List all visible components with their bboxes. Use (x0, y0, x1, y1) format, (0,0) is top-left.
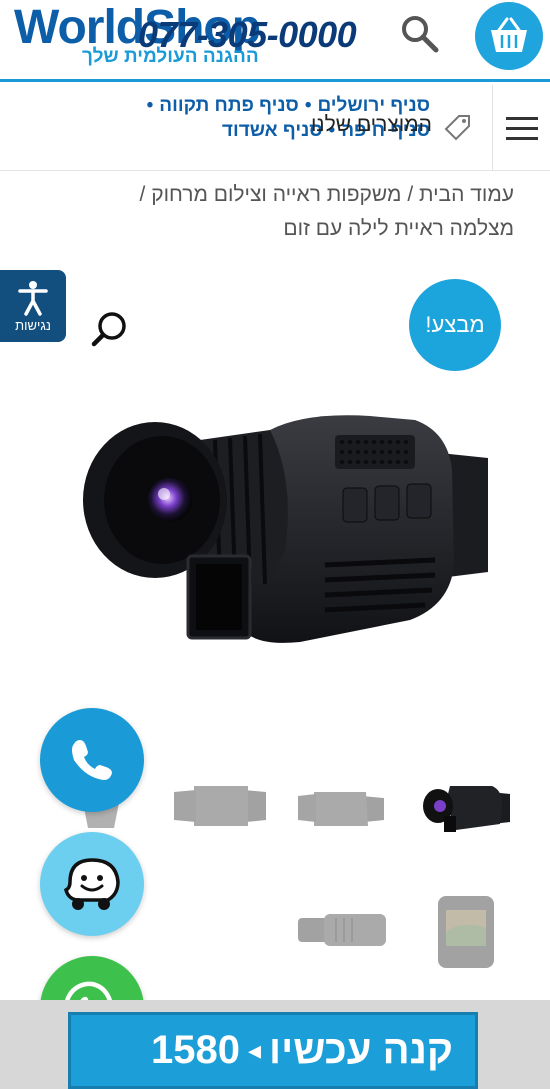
search-icon[interactable] (398, 12, 442, 56)
buy-arrow: ◂ (247, 1035, 262, 1065)
buy-bar: קנה עכשיו ◂ 1580 (0, 1000, 550, 1089)
sale-badge: מבצע! (409, 279, 501, 371)
magnifier-icon[interactable] (90, 310, 130, 350)
product-thumbnail[interactable] (432, 892, 500, 972)
buy-now-label: קנה עכשיו (269, 1028, 453, 1072)
basket-icon[interactable] (475, 2, 543, 70)
product-thumbnail[interactable] (420, 780, 514, 836)
phone-icon (72, 740, 112, 780)
call-button[interactable] (40, 708, 144, 812)
branch-petah-tikva[interactable]: סניף פתח תקווה (159, 95, 299, 116)
breadcrumb-home[interactable]: עמוד הבית (419, 183, 514, 206)
buy-price: 1580 (151, 1028, 240, 1072)
product-thumbnail[interactable] (296, 786, 386, 832)
waze-button[interactable] (40, 832, 144, 936)
tag-icon[interactable] (442, 111, 474, 143)
waze-icon (63, 858, 120, 910)
breadcrumb-category[interactable]: משקפות ראייה וצילום מרחוק (151, 183, 401, 206)
hamburger-icon[interactable] (492, 85, 550, 171)
product-thumbnail[interactable] (296, 910, 390, 950)
branch-ashdod[interactable]: סניף אשדוד (222, 120, 323, 141)
header-phone[interactable]: 077-305-0000 (138, 14, 357, 56)
buy-now-button[interactable]: קנה עכשיו ◂ 1580 (68, 1012, 478, 1089)
breadcrumb-separator: / (407, 183, 414, 206)
nav-row: סניף ירושלים•סניף פתח תקווה• סניף חיפה•ס… (0, 85, 550, 171)
product-image[interactable] (70, 400, 510, 660)
product-thumbnail[interactable] (172, 782, 268, 830)
accessibility-icon (18, 280, 48, 316)
our-products-link[interactable]: המוצרים שלנו (311, 113, 432, 137)
breadcrumb: עמוד הבית / משקפות ראייה וצילום מרחוק / … (94, 178, 515, 246)
accessibility-label: נגישות (15, 317, 51, 333)
site-header: WorldShop ההגנה העולמית שלך 077-305-0000 (0, 0, 550, 82)
breadcrumb-separator: / (139, 183, 146, 206)
accessibility-button[interactable]: נגישות (0, 270, 66, 342)
breadcrumb-current: מצלמה ראיית לילה עם זום (283, 217, 514, 240)
